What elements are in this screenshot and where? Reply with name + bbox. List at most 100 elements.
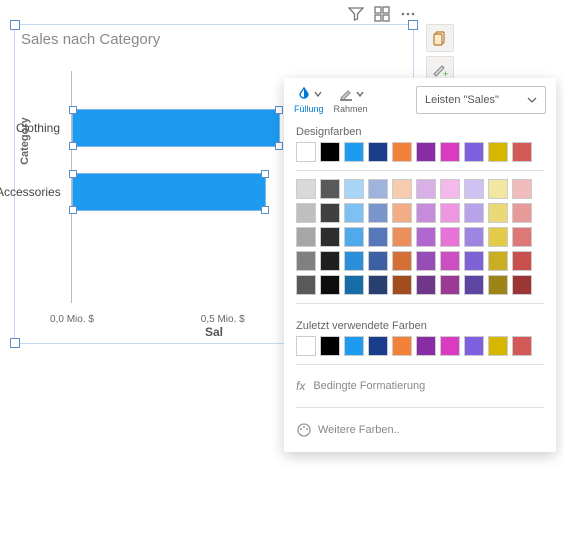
category-label: Clothing	[0, 121, 66, 135]
more-colors-label: Weitere Farben..	[318, 424, 400, 436]
color-swatch[interactable]	[368, 179, 388, 199]
recent-colors-label: Zuletzt verwendete Farben	[284, 312, 556, 336]
color-swatch[interactable]	[344, 275, 364, 295]
color-swatch[interactable]	[416, 203, 436, 223]
color-swatch[interactable]	[392, 203, 412, 223]
fx-icon: fx	[296, 379, 305, 393]
conditional-formatting-button[interactable]: fx Bedingte Formatierung	[284, 373, 556, 399]
color-swatch[interactable]	[416, 179, 436, 199]
color-swatch[interactable]	[416, 142, 436, 162]
color-swatch[interactable]	[296, 179, 316, 199]
color-swatch[interactable]	[368, 251, 388, 271]
color-swatch[interactable]	[512, 275, 532, 295]
color-swatch[interactable]	[464, 142, 484, 162]
color-swatch[interactable]	[392, 275, 412, 295]
color-swatch[interactable]	[488, 179, 508, 199]
color-swatch[interactable]	[488, 227, 508, 247]
color-swatch[interactable]	[368, 336, 388, 356]
x-axis-title: Sal	[205, 325, 223, 339]
color-swatch[interactable]	[440, 251, 460, 271]
color-swatch[interactable]	[392, 336, 412, 356]
theme-color-row	[284, 142, 556, 162]
color-swatch[interactable]	[464, 203, 484, 223]
color-swatch[interactable]	[464, 251, 484, 271]
color-swatch[interactable]	[320, 179, 340, 199]
color-swatch[interactable]	[488, 275, 508, 295]
color-swatch[interactable]	[344, 203, 364, 223]
color-swatch[interactable]	[488, 142, 508, 162]
resize-handle[interactable]	[408, 20, 418, 30]
color-swatch[interactable]	[512, 142, 532, 162]
color-swatch[interactable]	[320, 251, 340, 271]
color-swatch[interactable]	[344, 227, 364, 247]
color-swatch[interactable]	[440, 203, 460, 223]
color-swatch[interactable]	[464, 179, 484, 199]
color-swatch[interactable]	[320, 336, 340, 356]
conditional-label: Bedingte Formatierung	[313, 380, 425, 392]
tab-outline[interactable]: Rahmen	[334, 86, 368, 114]
palette-icon	[296, 422, 312, 438]
color-swatch[interactable]	[392, 251, 412, 271]
x-tick: 0,5 Mio. $	[201, 314, 245, 325]
chevron-down-icon	[527, 95, 537, 105]
color-swatch[interactable]	[488, 251, 508, 271]
color-swatch[interactable]	[464, 275, 484, 295]
color-swatch[interactable]	[296, 227, 316, 247]
resize-handle[interactable]	[10, 338, 20, 348]
bar-clothing[interactable]	[72, 109, 280, 147]
color-swatch[interactable]	[416, 251, 436, 271]
color-swatch[interactable]	[392, 142, 412, 162]
color-swatch[interactable]	[512, 251, 532, 271]
resize-handle[interactable]	[10, 20, 20, 30]
color-swatch[interactable]	[464, 336, 484, 356]
tab-fill[interactable]: Füllung	[294, 86, 324, 114]
tab-fill-label: Füllung	[294, 104, 324, 114]
color-swatch[interactable]	[368, 203, 388, 223]
color-swatch[interactable]	[296, 203, 316, 223]
color-swatch[interactable]	[368, 227, 388, 247]
color-swatch[interactable]	[344, 251, 364, 271]
shade-color-grid	[284, 179, 556, 295]
tab-outline-label: Rahmen	[334, 104, 368, 114]
color-swatch[interactable]	[416, 227, 436, 247]
color-swatch[interactable]	[344, 179, 364, 199]
color-swatch[interactable]	[368, 142, 388, 162]
color-swatch[interactable]	[296, 275, 316, 295]
scope-label: Leisten "Sales"	[425, 94, 499, 106]
more-colors-button[interactable]: Weitere Farben..	[284, 416, 556, 444]
color-swatch[interactable]	[512, 227, 532, 247]
color-swatch[interactable]	[320, 203, 340, 223]
color-swatch[interactable]	[440, 142, 460, 162]
color-swatch[interactable]	[320, 142, 340, 162]
color-swatch[interactable]	[440, 275, 460, 295]
color-swatch[interactable]	[296, 336, 316, 356]
copy-visual-button[interactable]	[426, 24, 454, 52]
color-swatch[interactable]	[512, 179, 532, 199]
color-swatch[interactable]	[320, 275, 340, 295]
color-swatch[interactable]	[416, 275, 436, 295]
color-swatch[interactable]	[488, 336, 508, 356]
color-swatch[interactable]	[440, 227, 460, 247]
color-swatch[interactable]	[296, 251, 316, 271]
color-swatch[interactable]	[392, 179, 412, 199]
color-picker-popover: Füllung Rahmen Leisten "Sales" Designfar…	[284, 78, 556, 452]
color-swatch[interactable]	[440, 179, 460, 199]
bar-accessories[interactable]	[72, 173, 266, 211]
color-swatch[interactable]	[368, 275, 388, 295]
color-swatch[interactable]	[512, 336, 532, 356]
color-swatch[interactable]	[440, 336, 460, 356]
color-swatch[interactable]	[392, 227, 412, 247]
color-swatch[interactable]	[296, 142, 316, 162]
recent-color-row	[284, 336, 556, 356]
color-swatch[interactable]	[344, 336, 364, 356]
color-swatch[interactable]	[416, 336, 436, 356]
category-label: Accessories	[0, 185, 66, 199]
scope-dropdown[interactable]: Leisten "Sales"	[416, 86, 546, 114]
color-swatch[interactable]	[512, 203, 532, 223]
color-swatch[interactable]	[344, 142, 364, 162]
theme-colors-label: Designfarben	[284, 118, 556, 142]
chart-title: Sales nach Category	[21, 31, 413, 48]
color-swatch[interactable]	[320, 227, 340, 247]
color-swatch[interactable]	[488, 203, 508, 223]
color-swatch[interactable]	[464, 227, 484, 247]
